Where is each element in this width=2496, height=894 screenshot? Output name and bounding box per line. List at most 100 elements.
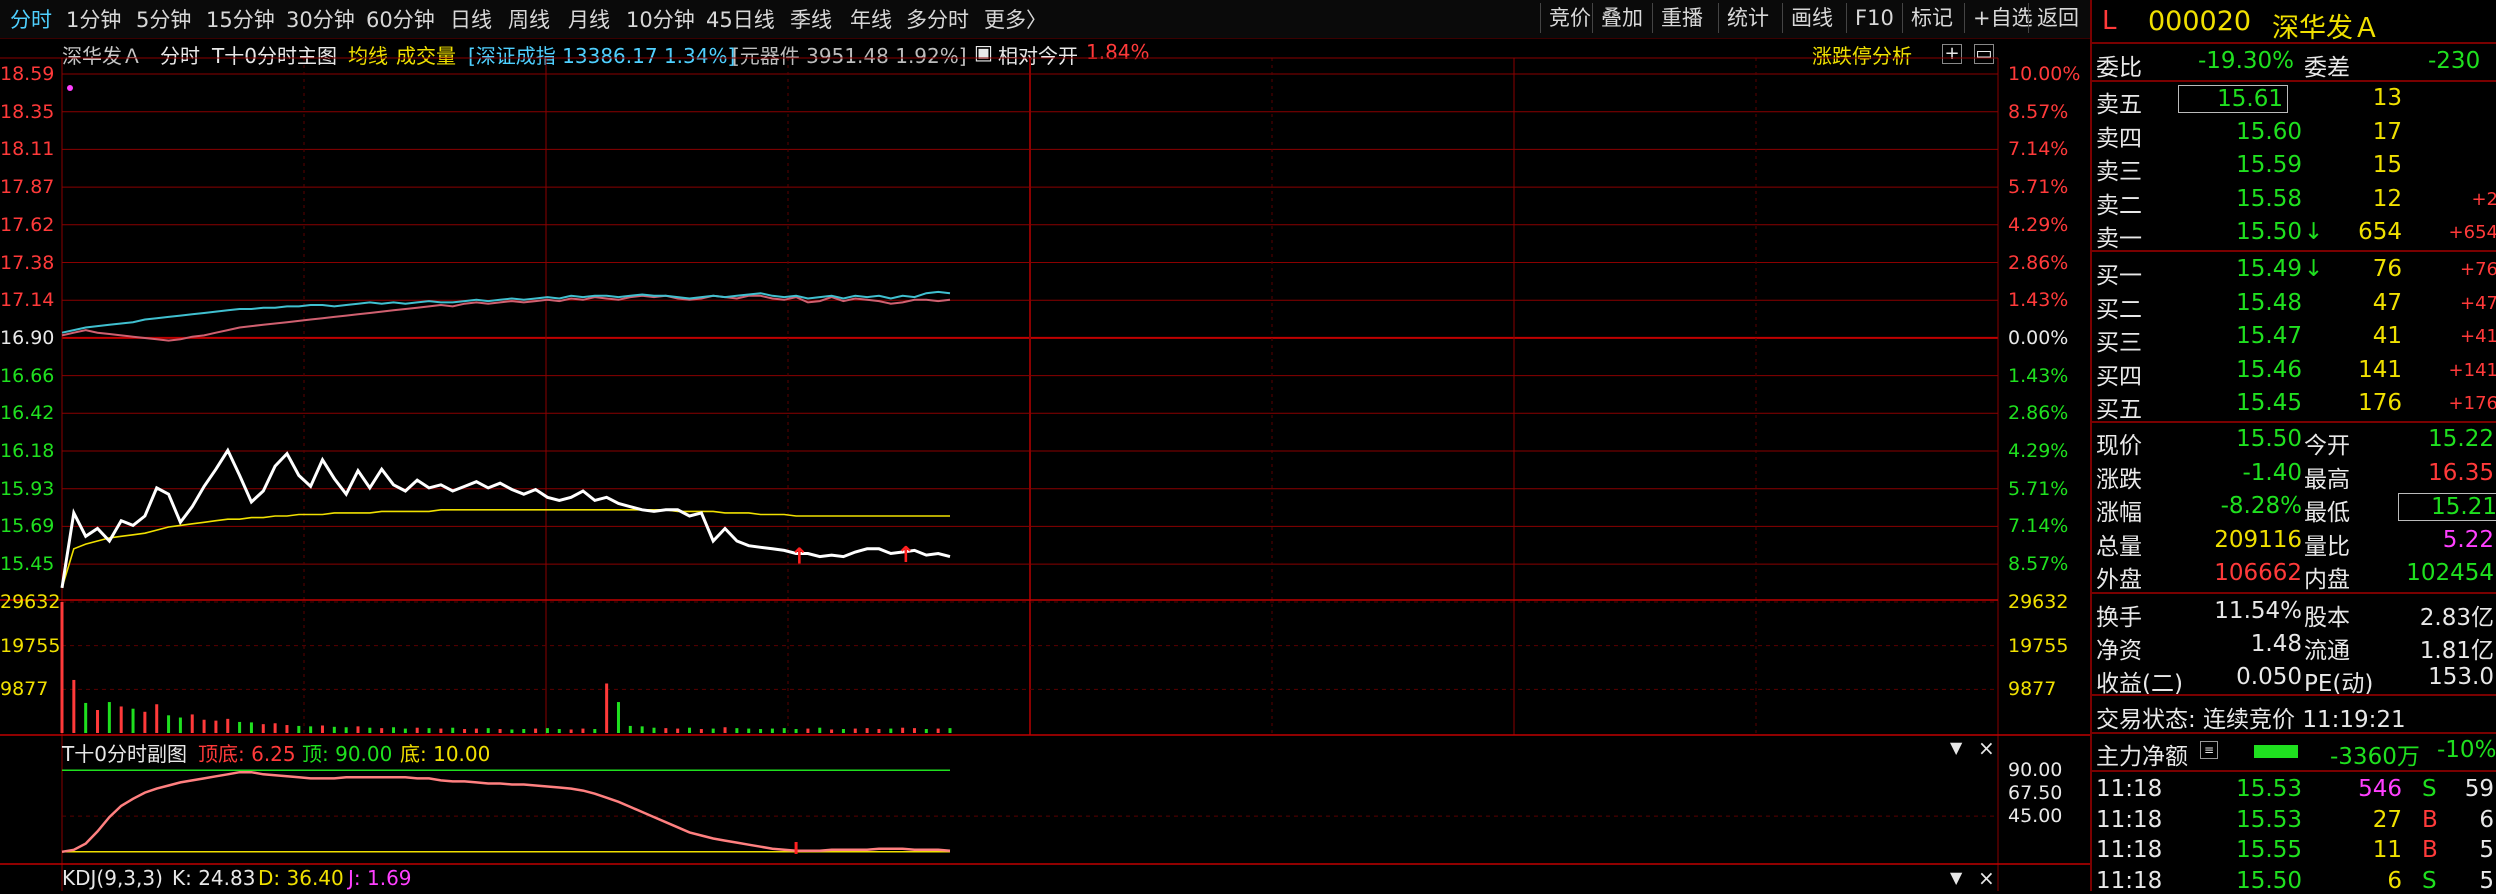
sub2-close-icon[interactable]: ×: [1978, 866, 1995, 890]
ask-volume: 654: [2358, 219, 2402, 245]
pct-axis-label: 7.14%: [2008, 515, 2069, 538]
bid-price[interactable]: 15.45: [2202, 390, 2302, 416]
sub1-signal-bar: [794, 842, 798, 854]
ask-price[interactable]: 15.59: [2202, 152, 2302, 178]
tick-volume: 11: [2372, 837, 2402, 863]
sub2-title[interactable]: KDJ(9,3,3): [62, 866, 163, 890]
ask-label: 卖二: [2096, 192, 2142, 219]
bid-volume: 76: [2372, 256, 2402, 282]
stat-label: 最高: [2304, 466, 2350, 493]
panel-l-marker: L: [2102, 6, 2117, 36]
sub2-dropdown-icon[interactable]: ▼: [1950, 868, 1962, 887]
volume-bar: [510, 729, 514, 733]
volume-bar: [238, 721, 242, 733]
price-axis-label: 16.42: [0, 402, 55, 425]
sub1-top: 顶: 90.00: [302, 742, 393, 766]
price-axis-label: 16.66: [0, 364, 55, 387]
tick-count: 6: [2479, 806, 2494, 833]
bid-change: +76: [2460, 259, 2496, 280]
weicha-label: 委差: [2304, 55, 2350, 81]
volume-bar: [380, 728, 384, 733]
quote-panel: L 000020 深华发Ａ 委比 -19.30% 委差 -230 卖五 15.61…: [2090, 0, 2496, 894]
fund-label: PE(动): [2304, 671, 2374, 697]
stat-value: 16.35: [2428, 459, 2494, 486]
bid-change: +41: [2460, 326, 2496, 347]
volume-bar: [60, 602, 64, 733]
pct-axis-label: 1.43%: [2008, 289, 2069, 312]
stat-value: 5.22: [2442, 526, 2494, 553]
volume-bar: [557, 729, 561, 733]
ask-price[interactable]: 15.61: [2178, 85, 2288, 113]
tick-count: 59: [2464, 776, 2494, 802]
volume-bar: [167, 715, 171, 733]
sub1-dropdown-icon[interactable]: ▼: [1950, 738, 1962, 757]
volume-bar: [415, 727, 419, 733]
bid-price[interactable]: 15.46: [2202, 357, 2302, 383]
sub1-title[interactable]: T十0分时副图: [62, 738, 187, 767]
sub1-close-icon[interactable]: ×: [1978, 736, 1995, 760]
stat-value: 102454: [2406, 560, 2494, 586]
stat-value: 15.21: [2398, 493, 2496, 521]
bid-price[interactable]: 15.47: [2202, 323, 2302, 349]
sector-line: [61, 294, 951, 342]
volume-axis-label-right: 9877: [2008, 678, 2057, 701]
volume-bar: [759, 729, 763, 733]
sub1-line: [61, 770, 951, 854]
tick-time: 11:18: [2096, 837, 2163, 863]
stat-label: 涨幅: [2096, 500, 2142, 526]
pct-axis-label: 8.57%: [2008, 100, 2069, 123]
volume-bar: [652, 727, 656, 733]
volume-bar: [616, 702, 620, 733]
bid-label: 买五: [2096, 397, 2142, 423]
sub1-axis-label: 45.00: [2008, 805, 2063, 828]
main-flow-value: -3360万: [2330, 744, 2420, 770]
volume-bar: [439, 728, 443, 733]
volume-bar: [498, 729, 502, 733]
price-axis-label: 18.35: [0, 100, 55, 123]
volume-bar: [901, 727, 905, 733]
volume-bar: [699, 729, 703, 733]
fund-value: 2.83亿: [2419, 605, 2494, 631]
kdj-k: K: 24.83: [172, 866, 256, 890]
bid-volume: 176: [2358, 390, 2402, 416]
price-line: [60, 447, 951, 589]
volume-bar: [936, 728, 940, 733]
price-axis-label: 15.93: [0, 477, 55, 500]
tick-price: 15.53: [2236, 806, 2302, 833]
bid-label: 买三: [2096, 330, 2142, 356]
volume-bar: [628, 725, 632, 733]
weibi-label: 委比: [2096, 55, 2142, 81]
bid-label: 买二: [2096, 296, 2142, 323]
volume-bar: [202, 719, 206, 733]
volume-axis-label: 29632: [0, 591, 61, 613]
ask-price[interactable]: 15.58: [2202, 186, 2302, 212]
volume-axis-label-right: 19755: [2008, 634, 2069, 657]
ask-change: +654: [2448, 222, 2496, 243]
buy-signal-icon: ↑: [897, 543, 915, 568]
stat-value: 15.22: [2428, 426, 2494, 452]
volume-bar: [569, 729, 573, 733]
tick-time: 11:18: [2096, 806, 2163, 833]
bid-price[interactable]: 15.48: [2202, 290, 2302, 316]
volume-bar: [403, 728, 407, 733]
pct-axis-label: 10.00%: [2008, 63, 2081, 85]
volume-bar: [178, 717, 182, 733]
bid-price[interactable]: 15.49: [2202, 256, 2302, 282]
ask-price[interactable]: 15.50: [2202, 219, 2302, 245]
stat-label: 现价: [2096, 433, 2142, 459]
volume-bar: [818, 727, 822, 733]
bid-change: +176: [2448, 393, 2496, 414]
pct-axis-label: 8.57%: [2008, 553, 2069, 576]
tick-side: B: [2422, 806, 2438, 833]
pct-axis-label: 0.00%: [2008, 326, 2069, 349]
volume-bar: [711, 728, 715, 733]
volume-bar: [72, 679, 76, 733]
fund-value: 1.48: [2250, 631, 2302, 657]
ask-price[interactable]: 15.60: [2202, 119, 2302, 145]
main-flow-menu-icon[interactable]: ≡: [2200, 741, 2218, 759]
ask-volume: 12: [2372, 185, 2402, 212]
volume-bar: [131, 708, 135, 733]
bid-change: +141: [2448, 359, 2496, 381]
price-axis-label: 18.59: [0, 63, 55, 85]
volume-bar: [806, 728, 810, 733]
